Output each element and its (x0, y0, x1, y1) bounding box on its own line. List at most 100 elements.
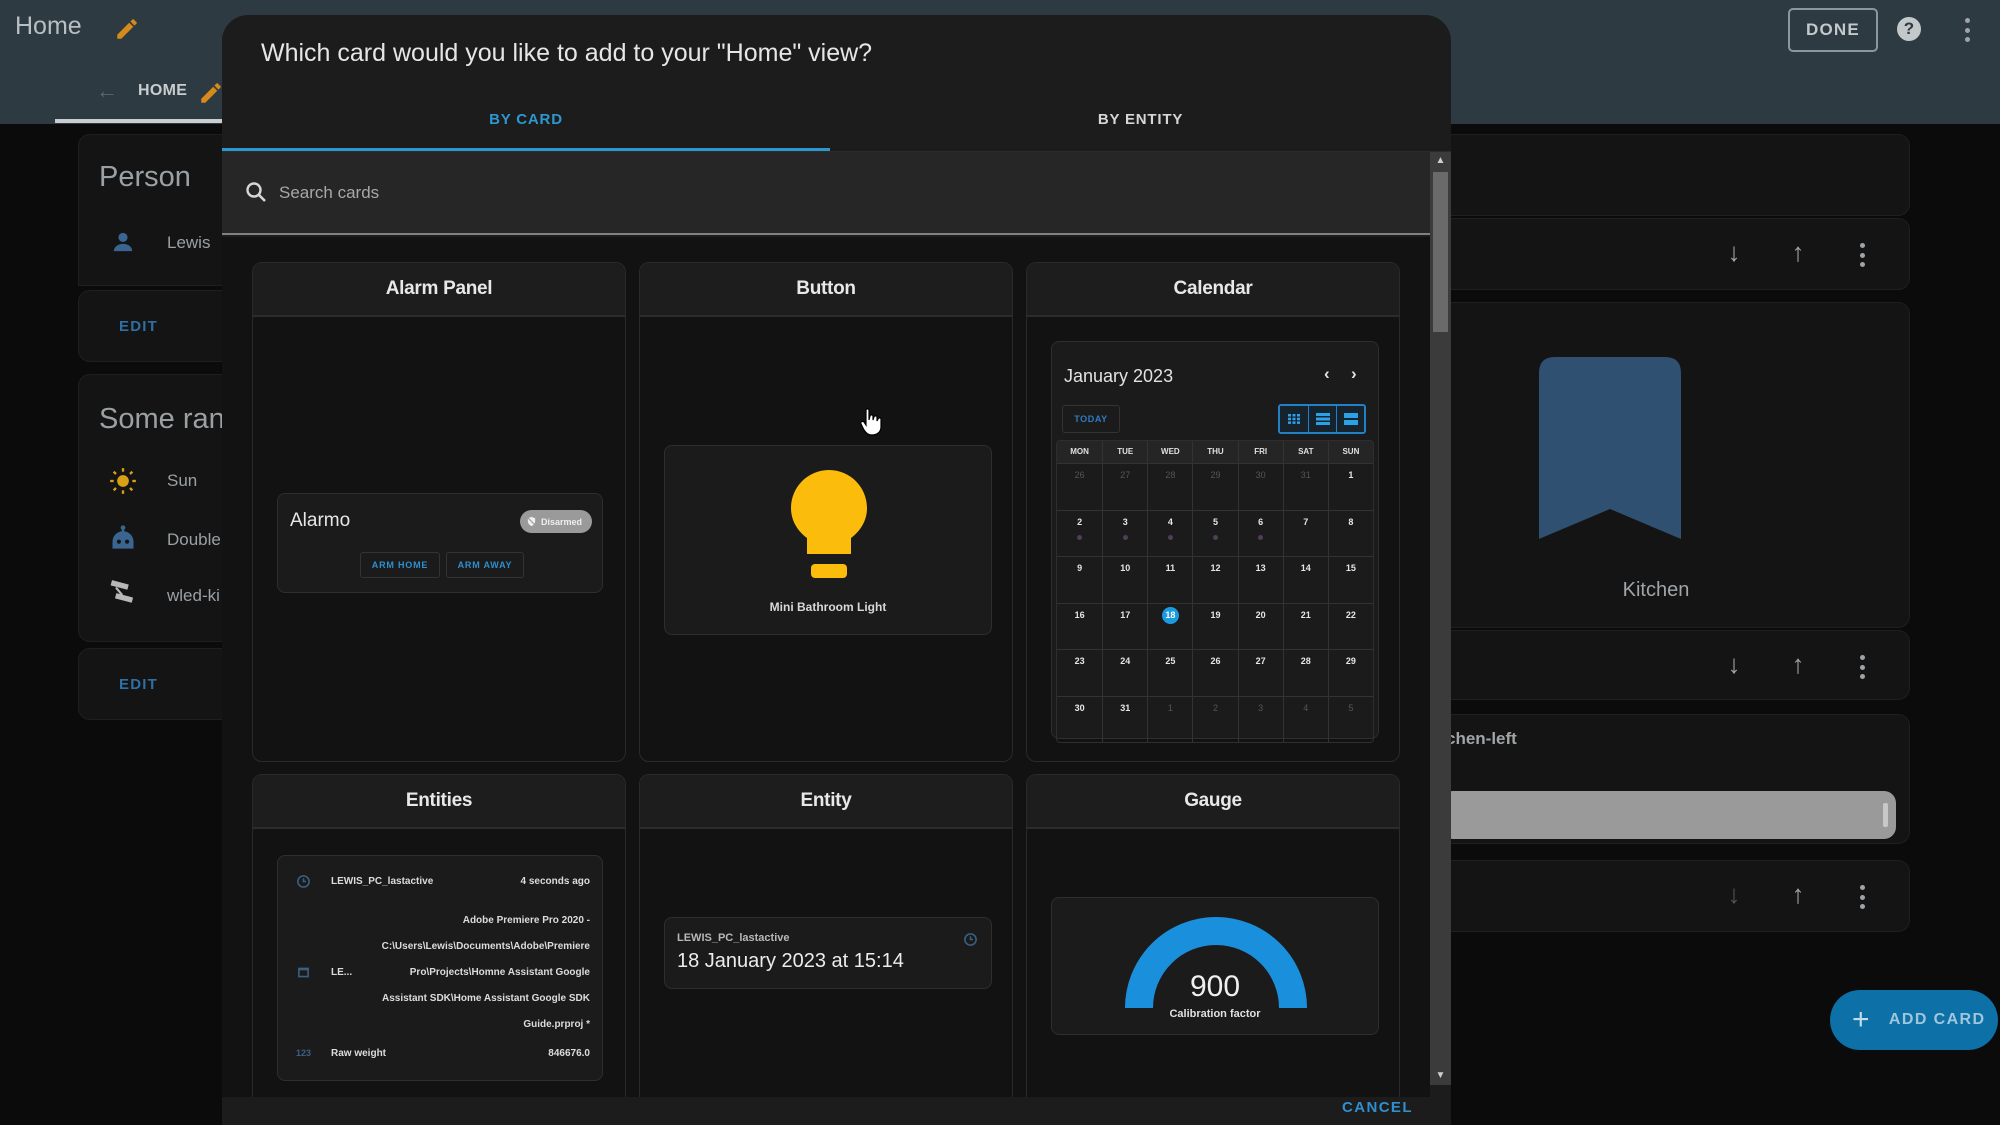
card-option-button[interactable]: Button Mini Bathroom Light (639, 262, 1013, 762)
day-number: 30 (1255, 470, 1266, 480)
day-number: 17 (1120, 609, 1131, 620)
edit-card-button[interactable]: EDIT (119, 676, 158, 693)
card-options-icon[interactable] (1859, 655, 1865, 679)
day-number: 2 (1212, 702, 1218, 713)
calendar-day: 26 (1057, 464, 1102, 510)
day-number: 21 (1300, 609, 1311, 620)
calendar-day: 13 (1237, 557, 1283, 603)
card-actions-bar: ↓ ↑ (1400, 218, 1910, 290)
calendar-day: 2 (1192, 696, 1237, 742)
search-cards-input[interactable] (279, 176, 1179, 210)
value-line: Guide.prproj * (523, 1019, 590, 1030)
scrollbar-thumb[interactable] (1433, 172, 1448, 332)
entity-row-label[interactable]: Double (167, 530, 221, 550)
card-option-calendar[interactable]: Calendar January 2023 ‹ › TODAY MON TUE WE… (1026, 262, 1400, 762)
event-dot (1122, 534, 1128, 540)
view-tab-home[interactable]: HOME (138, 82, 187, 100)
entity-name: LE... (331, 967, 353, 978)
add-card-dialog: Which card would you like to add to your… (222, 15, 1451, 1125)
scroll-up-arrow-icon[interactable]: ▲ (1430, 152, 1451, 170)
value-line: Adobe Premiere Pro 2020 - (462, 915, 590, 926)
button-preview: Mini Bathroom Light (664, 445, 992, 635)
entity-value: 4 seconds ago (520, 876, 590, 887)
sun-icon (110, 468, 136, 494)
calendar-weekday-header: MON TUE WED THU FRI SAT SUN (1057, 441, 1373, 463)
calendar-week: 2 3 4 5 6 7 8 (1057, 509, 1373, 556)
help-icon[interactable]: ? (1897, 17, 1921, 41)
card-option-entity[interactable]: Entity LEWIS_PC_lastactive 18 January 20… (639, 774, 1013, 1097)
calendar-day: 29 (1192, 464, 1237, 510)
entity-row-label[interactable]: wled-ki (167, 586, 220, 606)
calendar-day: 1 (1327, 464, 1373, 510)
person-card-actions: EDIT (78, 290, 238, 362)
card-options-icon[interactable] (1859, 885, 1865, 909)
day-number: 11 (1165, 563, 1176, 573)
cancel-button[interactable]: CANCEL (1342, 1099, 1413, 1116)
card-placeholder (1400, 134, 1910, 216)
entity-name: LEWIS_PC_lastactive (331, 876, 434, 887)
card-option-gauge[interactable]: Gauge 900 Calibration factor (1026, 774, 1400, 1097)
card-option-entities[interactable]: Entities LEWIS_PC_lastactive 4 seconds a… (252, 774, 626, 1097)
tab-by-entity[interactable]: BY ENTITY (830, 111, 1451, 128)
edit-view-pencil-icon[interactable] (198, 80, 224, 106)
card-option-alarm-panel[interactable]: Alarm Panel Alarmo Disarmed ARM HOME ARM… (252, 262, 626, 762)
day-number: 26 (1074, 470, 1085, 480)
overflow-menu-icon[interactable] (1964, 18, 1970, 42)
week-view-icon (1308, 406, 1336, 432)
calendar-grid: MON TUE WED THU FRI SAT SUN 26 27 28 29 30 31 1 2 3 4 5 6… (1056, 440, 1374, 743)
alarm-state-badge: Disarmed (519, 510, 592, 533)
calendar-day: 5 (1192, 510, 1237, 556)
led-strip-icon (110, 580, 134, 603)
move-down-arrow-icon[interactable]: ↓ (1719, 237, 1749, 268)
calendar-day: 10 (1102, 557, 1147, 603)
card-title: Some ran (99, 403, 225, 435)
alarm-name: Alarmo (290, 510, 351, 531)
calendar-day: 17 (1102, 603, 1147, 649)
day-number: 27 (1120, 470, 1131, 480)
calendar-week: 16 17 18 19 20 21 22 (1057, 602, 1373, 650)
lightbulb-icon (791, 470, 867, 578)
card-options-icon[interactable] (1859, 243, 1865, 267)
move-up-arrow-icon[interactable]: ↑ (1783, 649, 1813, 680)
entity-row-label[interactable]: Lewis (167, 233, 210, 253)
add-card-label: ADD CARD (1888, 1011, 1986, 1028)
light-card: chen-left (1400, 714, 1910, 844)
tab-by-card[interactable]: BY CARD (222, 111, 830, 128)
move-view-left-arrow-icon[interactable]: ← (96, 78, 118, 104)
calendar-day: 24 (1102, 650, 1147, 696)
edit-title-pencil-icon[interactable] (114, 16, 140, 42)
calendar-day: 16 (1057, 604, 1102, 650)
view-tab-indicator (55, 119, 225, 123)
entity-preview: LEWIS_PC_lastactive 18 January 2023 at 1… (664, 917, 992, 989)
day-number: 2 (1077, 516, 1083, 527)
event-dot (1258, 534, 1264, 540)
day-number: 16 (1074, 609, 1085, 620)
day-number: 8 (1348, 516, 1354, 527)
calendar-day: 21 (1282, 603, 1328, 649)
slider-handle[interactable] (1883, 803, 1888, 827)
brightness-slider[interactable] (1441, 791, 1896, 839)
card-list-scrollbar[interactable]: ▲ ▼ (1430, 152, 1451, 1085)
value-line: Pro\Projects\Homne Assistant Google (409, 967, 590, 978)
scroll-down-arrow-icon[interactable]: ▼ (1430, 1067, 1451, 1085)
calendar-view-toggle (1278, 404, 1366, 434)
event-dot (1167, 534, 1173, 540)
weekday-label: FRI (1237, 441, 1283, 463)
move-up-arrow-icon[interactable]: ↑ (1783, 879, 1813, 910)
edit-card-button[interactable]: EDIT (119, 318, 158, 335)
day-number: 15 (1345, 563, 1356, 573)
event-dot (1212, 534, 1218, 540)
done-button[interactable]: DONE (1788, 8, 1878, 52)
day-number: 6 (1258, 516, 1264, 527)
day-number: 18 (1161, 606, 1179, 624)
entity-row-label[interactable]: Sun (167, 471, 197, 491)
move-down-arrow-icon[interactable]: ↓ (1719, 649, 1749, 680)
clock-icon (964, 933, 977, 946)
alarm-panel-preview: Alarmo Disarmed ARM HOME ARM AWAY (277, 493, 603, 593)
calendar-day: 30 (1057, 697, 1102, 743)
entity-value: 846676.0 (548, 1048, 590, 1059)
calendar-day: 23 (1057, 650, 1102, 696)
add-card-button[interactable]: + ADD CARD (1830, 990, 1998, 1050)
move-up-arrow-icon[interactable]: ↑ (1783, 237, 1813, 268)
weekday-label: WED (1147, 441, 1192, 463)
